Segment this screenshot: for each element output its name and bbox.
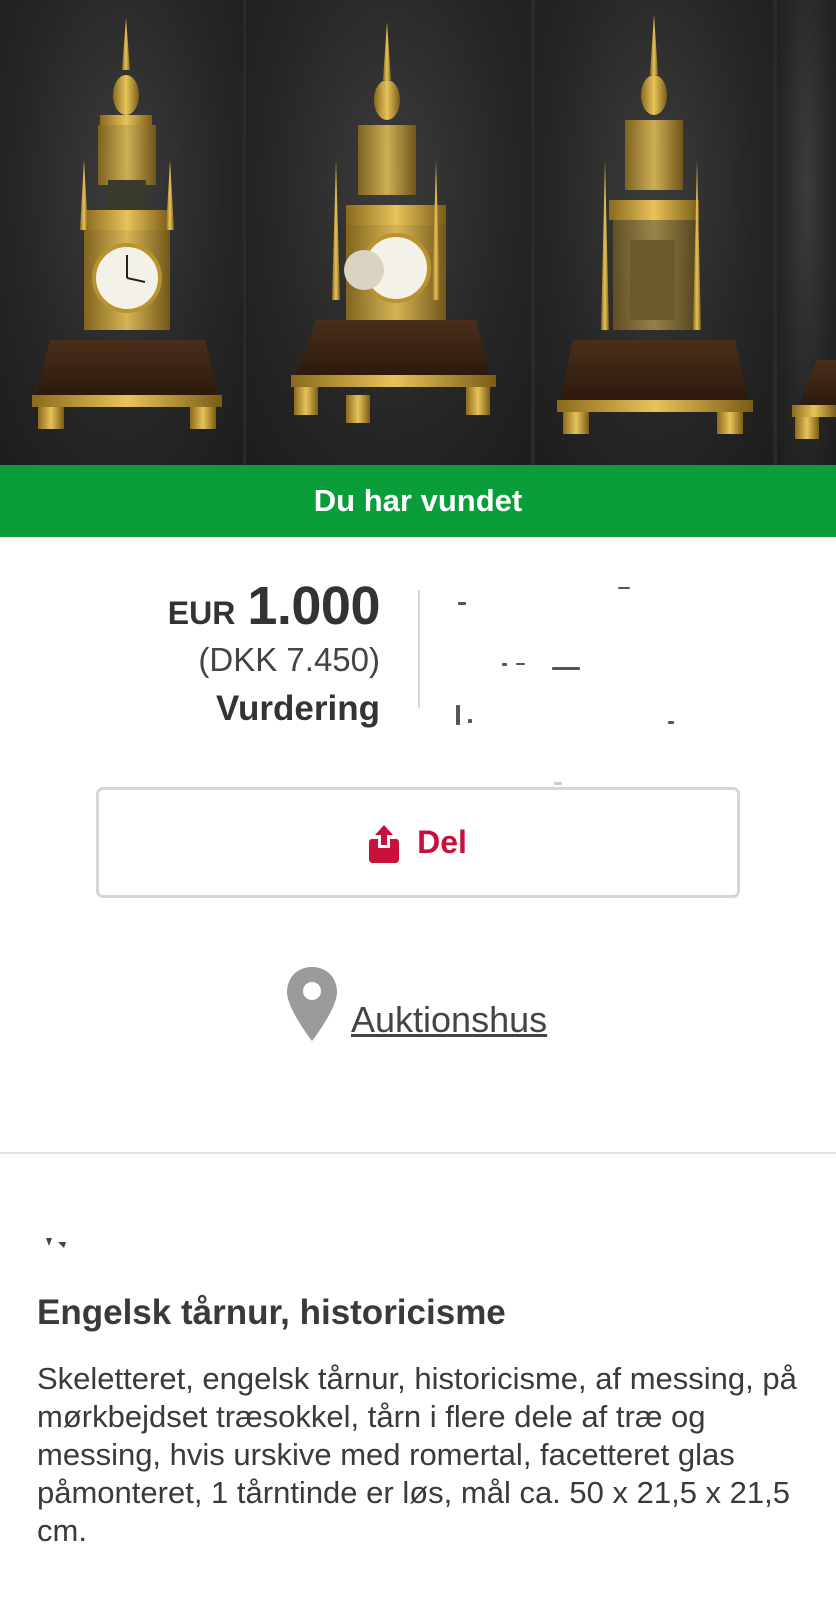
won-banner-text: Du har vundet xyxy=(313,483,523,518)
share-icon xyxy=(369,823,400,863)
price-converted: (DKK 7.450) xyxy=(198,641,380,678)
lot-description: Skeletteret, engelsk tårnur, historicism… xyxy=(37,1361,797,1548)
share-button[interactable]: Del xyxy=(96,787,740,898)
auction-house-link[interactable]: Auktionshus xyxy=(351,999,547,1041)
valuation-label: Vurdering xyxy=(216,689,380,728)
lot-title: Engelsk tårnur, historicisme xyxy=(37,1293,506,1332)
gallery-photo-3[interactable] xyxy=(535,0,773,465)
gallery-photo-4[interactable] xyxy=(777,0,836,465)
won-banner: Du har vundet xyxy=(0,465,836,537)
gallery-photo-1[interactable] xyxy=(0,0,243,465)
share-label: Del xyxy=(417,824,467,860)
image-gallery[interactable] xyxy=(0,0,836,465)
location: Auktionshus xyxy=(285,965,547,1043)
price-currency: EUR xyxy=(167,595,236,631)
price-block: EUR 1.000 (DKK 7.450) Vurdering xyxy=(0,575,381,729)
vertical-divider xyxy=(418,590,420,708)
price-amount: 1.000 xyxy=(247,576,380,636)
section-divider xyxy=(0,1152,836,1154)
redacted-info xyxy=(450,585,730,785)
price-line: EUR 1.000 xyxy=(0,575,381,637)
redacted-mark xyxy=(40,1236,80,1250)
map-pin-icon xyxy=(285,965,339,1043)
gallery-photo-2[interactable] xyxy=(246,0,531,465)
